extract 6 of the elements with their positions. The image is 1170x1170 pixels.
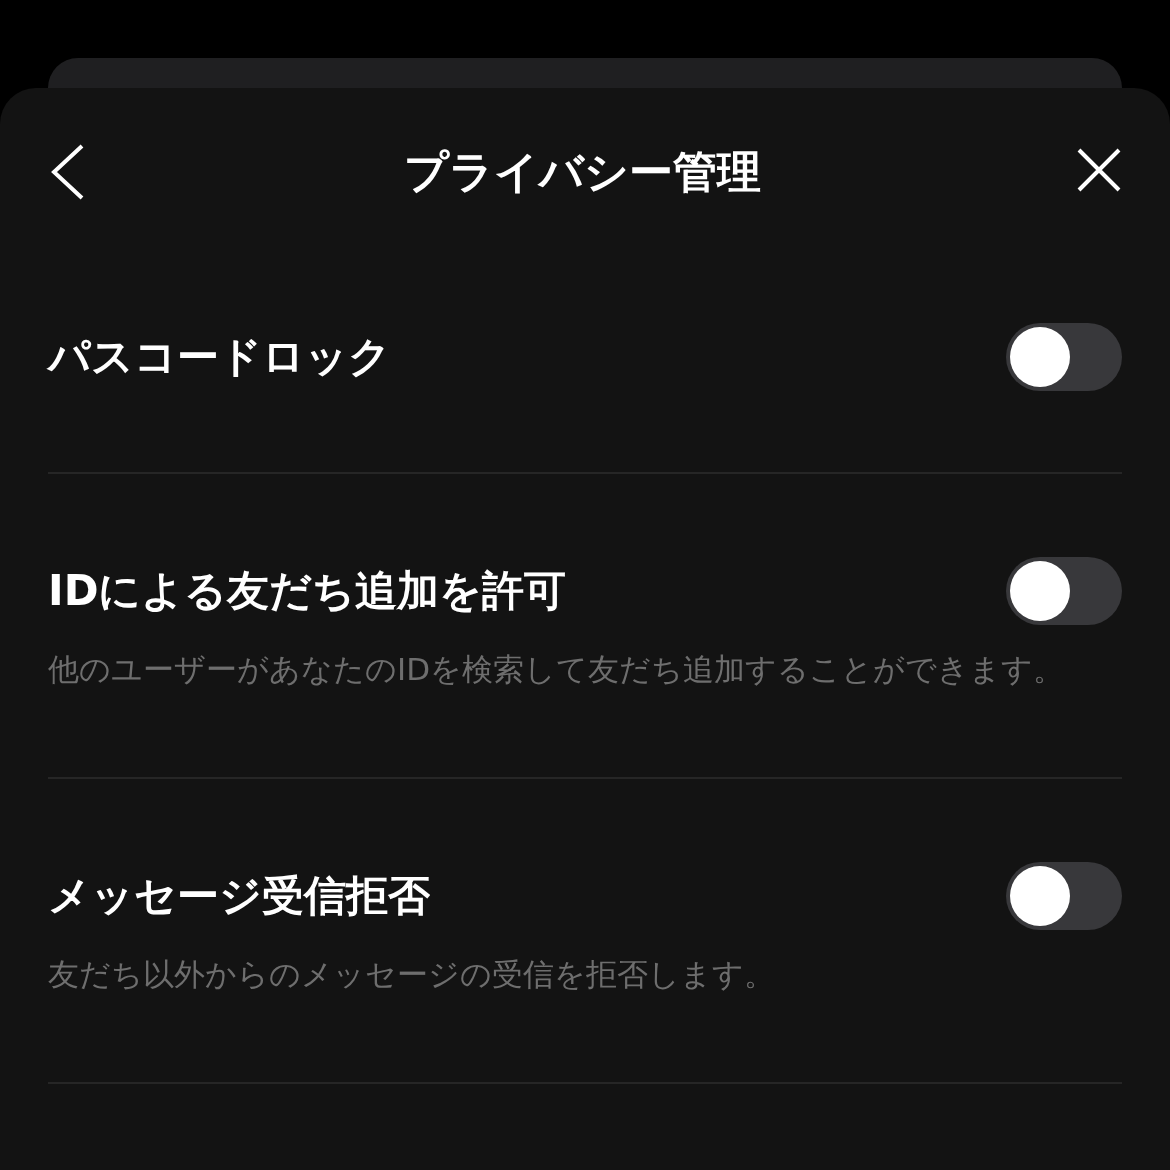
setting-description: 友だち以外からのメッセージの受信を拒否します。: [48, 955, 776, 994]
setting-description: 他のユーザーがあなたのIDを検索して友だち追加することができます。: [48, 650, 1065, 689]
setting-label: メッセージ受信拒否: [48, 870, 430, 922]
setting-label: パスコードロック: [48, 331, 391, 383]
setting-label: IDによる友だち追加を許可: [48, 565, 567, 617]
page-title: プライバシー管理: [403, 145, 761, 199]
